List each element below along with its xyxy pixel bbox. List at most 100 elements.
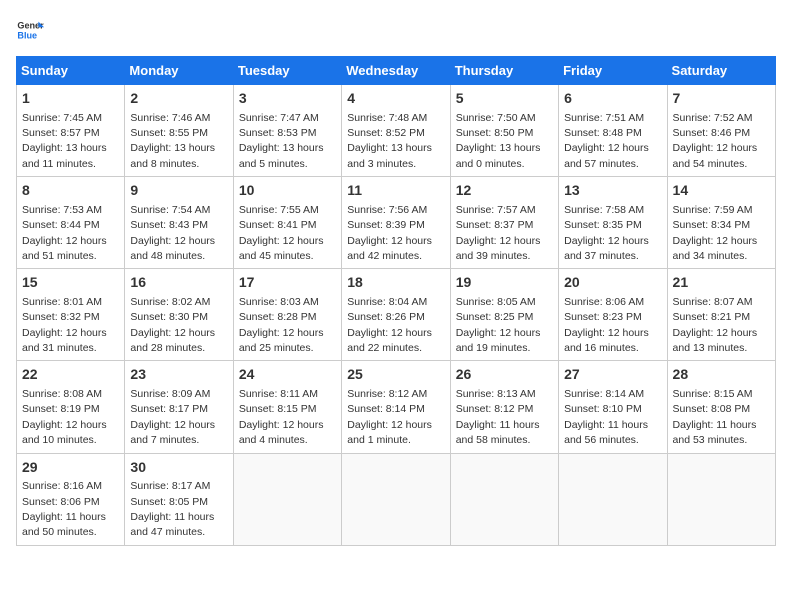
day-number: 18 [347, 273, 444, 293]
calendar-cell: 20 Sunrise: 8:06 AMSunset: 8:23 PMDaylig… [559, 269, 667, 361]
calendar-cell: 15 Sunrise: 8:01 AMSunset: 8:32 PMDaylig… [17, 269, 125, 361]
day-info: Sunrise: 8:09 AMSunset: 8:17 PMDaylight:… [130, 388, 215, 446]
calendar-cell: 5 Sunrise: 7:50 AMSunset: 8:50 PMDayligh… [450, 85, 558, 177]
day-info: Sunrise: 7:53 AMSunset: 8:44 PMDaylight:… [22, 204, 107, 262]
day-number: 26 [456, 365, 553, 385]
calendar-week-row: 22 Sunrise: 8:08 AMSunset: 8:19 PMDaylig… [17, 361, 776, 453]
day-number: 1 [22, 89, 119, 109]
calendar-cell: 9 Sunrise: 7:54 AMSunset: 8:43 PMDayligh… [125, 177, 233, 269]
day-info: Sunrise: 8:11 AMSunset: 8:15 PMDaylight:… [239, 388, 324, 446]
day-number: 20 [564, 273, 661, 293]
calendar-cell: 16 Sunrise: 8:02 AMSunset: 8:30 PMDaylig… [125, 269, 233, 361]
day-number: 10 [239, 181, 336, 201]
day-number: 30 [130, 458, 227, 478]
calendar-cell: 12 Sunrise: 7:57 AMSunset: 8:37 PMDaylig… [450, 177, 558, 269]
calendar-cell: 21 Sunrise: 8:07 AMSunset: 8:21 PMDaylig… [667, 269, 775, 361]
day-info: Sunrise: 7:51 AMSunset: 8:48 PMDaylight:… [564, 112, 649, 170]
day-number: 8 [22, 181, 119, 201]
day-number: 12 [456, 181, 553, 201]
calendar-cell [559, 453, 667, 545]
day-number: 6 [564, 89, 661, 109]
day-info: Sunrise: 7:50 AMSunset: 8:50 PMDaylight:… [456, 112, 541, 170]
day-number: 7 [673, 89, 770, 109]
day-number: 22 [22, 365, 119, 385]
calendar-cell [667, 453, 775, 545]
calendar-cell: 18 Sunrise: 8:04 AMSunset: 8:26 PMDaylig… [342, 269, 450, 361]
calendar-cell: 3 Sunrise: 7:47 AMSunset: 8:53 PMDayligh… [233, 85, 341, 177]
day-number: 14 [673, 181, 770, 201]
day-info: Sunrise: 7:47 AMSunset: 8:53 PMDaylight:… [239, 112, 324, 170]
day-number: 15 [22, 273, 119, 293]
day-info: Sunrise: 7:59 AMSunset: 8:34 PMDaylight:… [673, 204, 758, 262]
day-info: Sunrise: 8:12 AMSunset: 8:14 PMDaylight:… [347, 388, 432, 446]
logo: General Blue [16, 16, 44, 44]
day-number: 21 [673, 273, 770, 293]
calendar-cell: 30 Sunrise: 8:17 AMSunset: 8:05 PMDaylig… [125, 453, 233, 545]
dow-header: Wednesday [342, 57, 450, 85]
day-info: Sunrise: 7:54 AMSunset: 8:43 PMDaylight:… [130, 204, 215, 262]
calendar-cell [342, 453, 450, 545]
calendar-week-row: 29 Sunrise: 8:16 AMSunset: 8:06 PMDaylig… [17, 453, 776, 545]
calendar-week-row: 15 Sunrise: 8:01 AMSunset: 8:32 PMDaylig… [17, 269, 776, 361]
day-number: 25 [347, 365, 444, 385]
day-info: Sunrise: 7:56 AMSunset: 8:39 PMDaylight:… [347, 204, 432, 262]
calendar-week-row: 8 Sunrise: 7:53 AMSunset: 8:44 PMDayligh… [17, 177, 776, 269]
day-info: Sunrise: 7:57 AMSunset: 8:37 PMDaylight:… [456, 204, 541, 262]
calendar-cell: 27 Sunrise: 8:14 AMSunset: 8:10 PMDaylig… [559, 361, 667, 453]
day-number: 28 [673, 365, 770, 385]
day-info: Sunrise: 8:04 AMSunset: 8:26 PMDaylight:… [347, 296, 432, 354]
dow-header: Monday [125, 57, 233, 85]
calendar-week-row: 1 Sunrise: 7:45 AMSunset: 8:57 PMDayligh… [17, 85, 776, 177]
page-header: General Blue [16, 16, 776, 44]
day-info: Sunrise: 7:48 AMSunset: 8:52 PMDaylight:… [347, 112, 432, 170]
dow-header: Tuesday [233, 57, 341, 85]
calendar-cell: 2 Sunrise: 7:46 AMSunset: 8:55 PMDayligh… [125, 85, 233, 177]
dow-header: Friday [559, 57, 667, 85]
calendar-cell: 23 Sunrise: 8:09 AMSunset: 8:17 PMDaylig… [125, 361, 233, 453]
calendar-cell: 11 Sunrise: 7:56 AMSunset: 8:39 PMDaylig… [342, 177, 450, 269]
day-info: Sunrise: 8:03 AMSunset: 8:28 PMDaylight:… [239, 296, 324, 354]
calendar-cell: 13 Sunrise: 7:58 AMSunset: 8:35 PMDaylig… [559, 177, 667, 269]
calendar-cell: 22 Sunrise: 8:08 AMSunset: 8:19 PMDaylig… [17, 361, 125, 453]
calendar-cell: 29 Sunrise: 8:16 AMSunset: 8:06 PMDaylig… [17, 453, 125, 545]
calendar-cell [233, 453, 341, 545]
calendar-cell: 6 Sunrise: 7:51 AMSunset: 8:48 PMDayligh… [559, 85, 667, 177]
day-number: 16 [130, 273, 227, 293]
calendar-cell: 19 Sunrise: 8:05 AMSunset: 8:25 PMDaylig… [450, 269, 558, 361]
day-info: Sunrise: 8:14 AMSunset: 8:10 PMDaylight:… [564, 388, 648, 446]
day-number: 9 [130, 181, 227, 201]
day-info: Sunrise: 8:17 AMSunset: 8:05 PMDaylight:… [130, 480, 214, 538]
calendar-cell: 10 Sunrise: 7:55 AMSunset: 8:41 PMDaylig… [233, 177, 341, 269]
svg-text:Blue: Blue [17, 30, 37, 40]
day-info: Sunrise: 7:55 AMSunset: 8:41 PMDaylight:… [239, 204, 324, 262]
calendar-cell: 25 Sunrise: 8:12 AMSunset: 8:14 PMDaylig… [342, 361, 450, 453]
calendar-cell: 1 Sunrise: 7:45 AMSunset: 8:57 PMDayligh… [17, 85, 125, 177]
calendar-cell: 24 Sunrise: 8:11 AMSunset: 8:15 PMDaylig… [233, 361, 341, 453]
day-info: Sunrise: 8:05 AMSunset: 8:25 PMDaylight:… [456, 296, 541, 354]
day-info: Sunrise: 8:06 AMSunset: 8:23 PMDaylight:… [564, 296, 649, 354]
dow-header: Thursday [450, 57, 558, 85]
day-number: 3 [239, 89, 336, 109]
calendar-cell: 17 Sunrise: 8:03 AMSunset: 8:28 PMDaylig… [233, 269, 341, 361]
calendar-cell: 14 Sunrise: 7:59 AMSunset: 8:34 PMDaylig… [667, 177, 775, 269]
day-info: Sunrise: 8:13 AMSunset: 8:12 PMDaylight:… [456, 388, 540, 446]
day-info: Sunrise: 7:58 AMSunset: 8:35 PMDaylight:… [564, 204, 649, 262]
day-number: 24 [239, 365, 336, 385]
calendar-cell [450, 453, 558, 545]
day-number: 17 [239, 273, 336, 293]
day-number: 27 [564, 365, 661, 385]
day-number: 11 [347, 181, 444, 201]
day-number: 13 [564, 181, 661, 201]
calendar-cell: 8 Sunrise: 7:53 AMSunset: 8:44 PMDayligh… [17, 177, 125, 269]
day-info: Sunrise: 7:45 AMSunset: 8:57 PMDaylight:… [22, 112, 107, 170]
day-number: 2 [130, 89, 227, 109]
day-number: 23 [130, 365, 227, 385]
logo-icon: General Blue [16, 16, 44, 44]
day-number: 4 [347, 89, 444, 109]
day-number: 29 [22, 458, 119, 478]
day-info: Sunrise: 8:07 AMSunset: 8:21 PMDaylight:… [673, 296, 758, 354]
calendar-cell: 7 Sunrise: 7:52 AMSunset: 8:46 PMDayligh… [667, 85, 775, 177]
dow-header: Saturday [667, 57, 775, 85]
day-info: Sunrise: 8:01 AMSunset: 8:32 PMDaylight:… [22, 296, 107, 354]
day-info: Sunrise: 7:52 AMSunset: 8:46 PMDaylight:… [673, 112, 758, 170]
